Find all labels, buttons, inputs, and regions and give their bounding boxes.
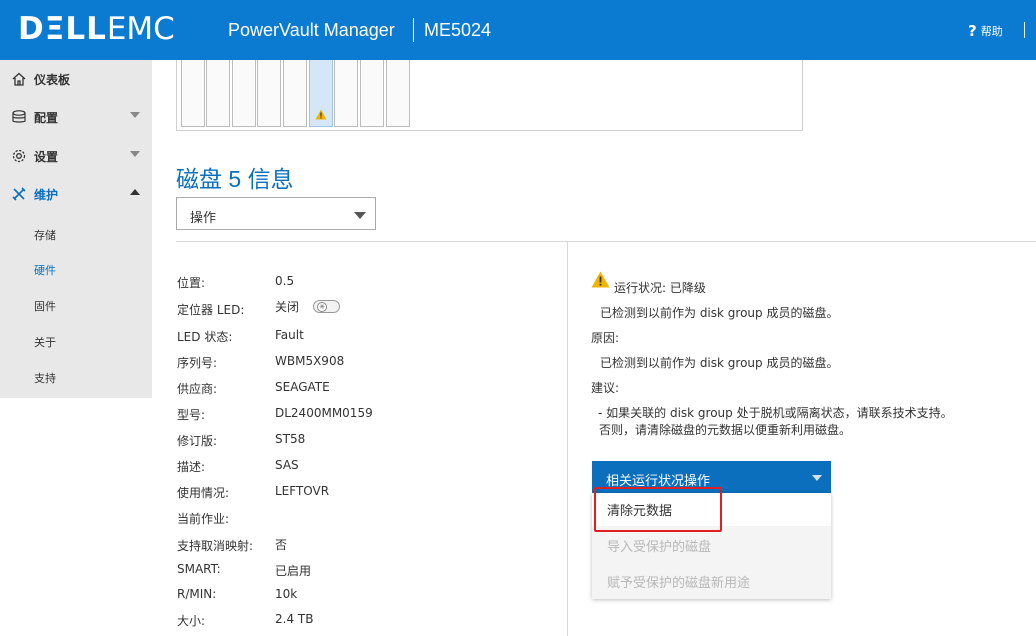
chevron-down-icon — [130, 151, 140, 157]
menu-item-repurpose-secured-disk: 赋予受保护的磁盘新用途 — [607, 576, 751, 591]
sidebar-subitem-storage[interactable]: 存储 — [34, 227, 56, 243]
disk-slot[interactable] — [334, 60, 358, 127]
prop-led-status-value: Fault — [275, 328, 304, 342]
help-button[interactable]: ? 帮助 — [968, 22, 1003, 40]
enclosure-view — [176, 60, 803, 131]
warning-icon — [591, 271, 610, 292]
disk-slot[interactable] — [257, 60, 281, 127]
prop-current-job-label: 当前作业: — [177, 512, 230, 526]
title-divider — [413, 18, 414, 42]
menu-item-import-secured-disk: 导入受保护的磁盘 — [607, 540, 712, 555]
sidebar-item-label: 配置 — [34, 110, 59, 125]
reason-label: 原因: — [591, 331, 620, 345]
chevron-down-icon — [130, 112, 140, 118]
sidebar-item-maintenance[interactable]: 维护 — [0, 175, 152, 213]
health-status-detail: 已检测到以前作为 disk group 成员的磁盘。 — [600, 306, 839, 320]
prop-smart-value: 已启用 — [275, 564, 312, 578]
chevron-up-icon — [130, 189, 140, 195]
recommendation-label: 建议: — [591, 381, 620, 395]
recommendation-line-1: - 如果关联的 disk group 处于脱机或隔离状态，请联系技术支持。 — [598, 406, 953, 420]
page-title: 磁盘 5 信息 — [176, 166, 294, 192]
prop-size-label: 大小: — [177, 614, 206, 628]
prop-size-value: 2.4 TB — [275, 612, 314, 626]
health-status: 运行状况: 已降级 — [614, 281, 706, 295]
sidebar-subitem-hardware[interactable]: 硬件 — [34, 262, 56, 278]
prop-smart-label: SMART: — [177, 562, 221, 576]
health-actions-dropdown[interactable]: 相关运行状况操作 — [592, 461, 831, 493]
sidebar-item-label: 设置 — [34, 149, 59, 164]
app-title: PowerVault Manager — [228, 20, 395, 40]
health-actions-label: 相关运行状况操作 — [606, 474, 711, 489]
sidebar-subitem-about[interactable]: 关于 — [34, 334, 56, 350]
help-label: 帮助 — [980, 25, 1003, 38]
prop-usage-label: 使用情况: — [177, 486, 230, 500]
warning-icon — [315, 105, 327, 124]
prop-usage-value: LEFTOVR — [275, 484, 330, 498]
disk-slot-selected[interactable] — [309, 60, 333, 127]
prop-vendor-value: SEAGATE — [275, 380, 330, 394]
dell-emc-logo: DΞLL EMC — [18, 11, 175, 47]
system-model: ME5024 — [424, 20, 492, 40]
prop-description-label: 描述: — [177, 460, 206, 474]
prop-serial-value: WBM5X908 — [275, 354, 345, 368]
prop-location-label: 位置: — [177, 276, 206, 290]
sidebar-item-provisioning[interactable]: 配置 — [0, 98, 152, 136]
tools-icon — [10, 185, 28, 203]
locator-led-toggle[interactable]: ✳ — [313, 300, 340, 313]
sidebar-subitem-firmware[interactable]: 固件 — [34, 298, 56, 314]
prop-vendor-label: 供应商: — [177, 382, 218, 396]
sun-icon: ✳ — [317, 302, 327, 312]
prop-description-value: SAS — [275, 458, 299, 472]
action-dropdown-label: 操作 — [190, 211, 217, 226]
prop-revision-value: ST58 — [275, 432, 306, 446]
sidebar: 仪表板 配置 设置 维护 存储 硬件 固件 关于 支持 — [0, 60, 152, 636]
help-icon: ? — [968, 22, 977, 40]
prop-rpm-value: 10k — [275, 587, 298, 601]
prop-locator-led-label: 定位器 LED: — [177, 303, 245, 317]
prop-model-value: DL2400MM0159 — [275, 406, 373, 420]
disk-slot[interactable] — [181, 60, 205, 127]
chevron-down-icon — [354, 212, 366, 219]
prop-unmap-label: 支持取消映射: — [177, 539, 254, 553]
logo-emc-text: EMC — [106, 11, 175, 47]
disk-slot[interactable] — [283, 60, 307, 127]
home-icon — [10, 70, 28, 88]
disk-slot[interactable] — [360, 60, 384, 127]
recommendation-line-2: 否则，请清除磁盘的元数据以便重新利用磁盘。 — [599, 423, 852, 437]
prop-locator-led-value: 关闭 — [275, 300, 300, 314]
menu-item-clear-metadata[interactable]: 清除元数据 — [607, 500, 672, 519]
section-divider — [176, 241, 1036, 242]
chevron-down-icon — [812, 475, 822, 481]
disk-slot[interactable] — [386, 60, 410, 127]
sidebar-item-dashboard[interactable]: 仪表板 — [0, 60, 152, 98]
prop-serial-label: 序列号: — [177, 356, 218, 370]
health-actions-menu: 清除元数据 导入受保护的磁盘 赋予受保护的磁盘新用途 — [592, 493, 831, 599]
reason-text: 已检测到以前作为 disk group 成员的磁盘。 — [600, 356, 839, 370]
sidebar-item-label: 仪表板 — [34, 72, 71, 87]
prop-revision-label: 修订版: — [177, 434, 218, 448]
logo-dell-text: DΞLL — [18, 11, 107, 47]
prop-location-value: 0.5 — [275, 274, 295, 288]
disk-slot[interactable] — [206, 60, 230, 127]
sidebar-item-settings[interactable]: 设置 — [0, 137, 152, 175]
sidebar-item-label: 维护 — [34, 187, 59, 202]
prop-rpm-label: R/MIN: — [177, 587, 217, 601]
prop-led-status-label: LED 状态: — [177, 330, 233, 344]
action-dropdown[interactable]: 操作 — [176, 197, 376, 230]
sidebar-subitem-support[interactable]: 支持 — [34, 370, 56, 386]
app-header: DΞLL EMC PowerVault Manager ME5024 ? 帮助 — [0, 0, 1036, 60]
column-divider — [567, 241, 568, 636]
gear-icon — [10, 147, 28, 165]
header-divider — [1024, 22, 1025, 38]
prop-unmap-value: 否 — [275, 538, 288, 552]
prop-model-label: 型号: — [177, 408, 206, 422]
database-icon — [10, 108, 28, 126]
disk-slot[interactable] — [232, 60, 256, 127]
